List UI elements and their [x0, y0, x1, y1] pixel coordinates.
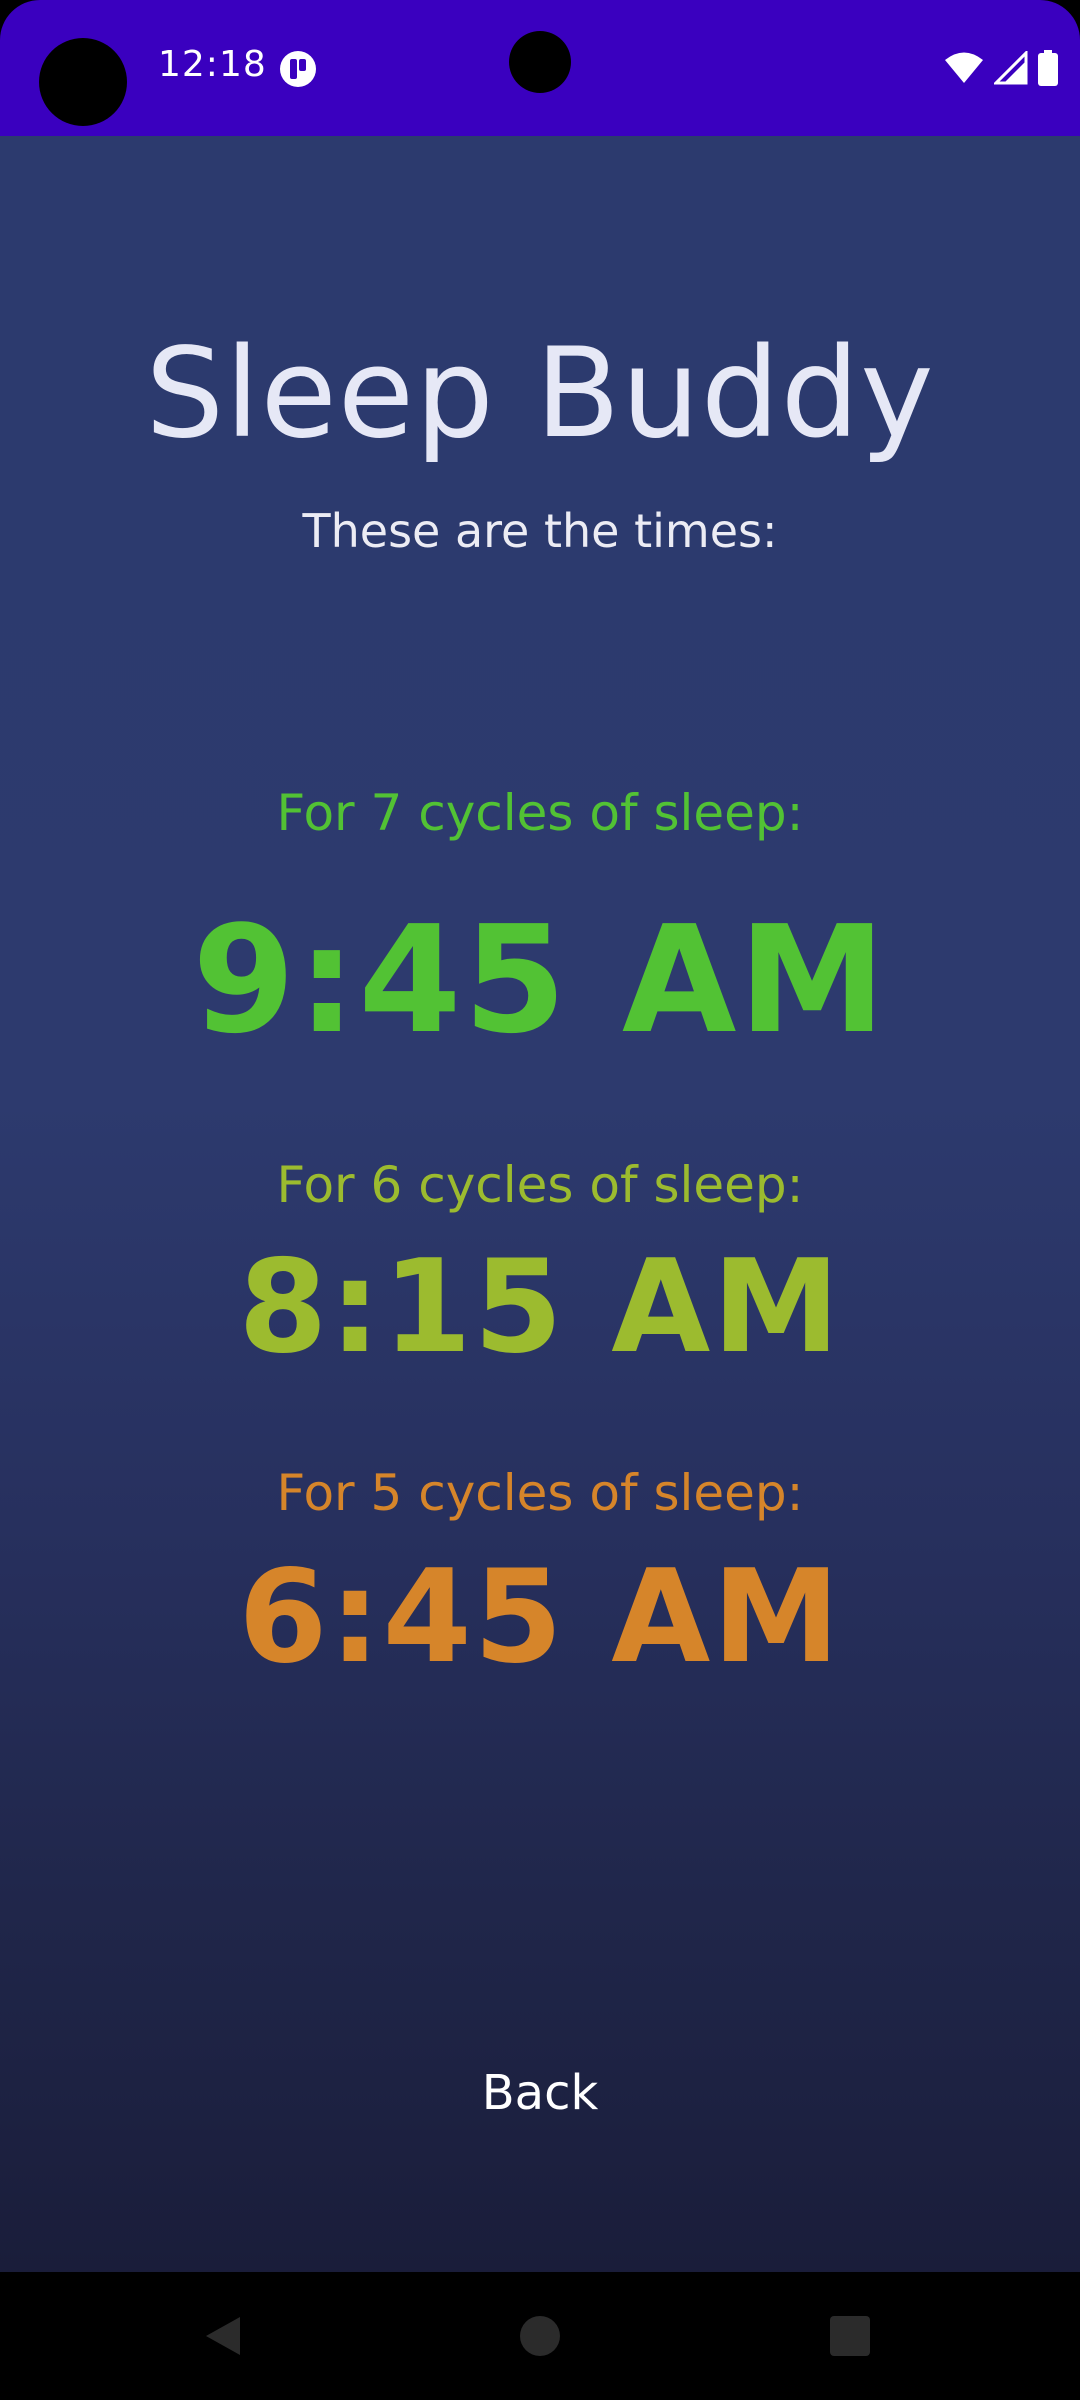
- app-content: Sleep Buddy These are the times: For 7 c…: [0, 136, 1080, 2272]
- cycle-7-label: For 7 cycles of sleep:: [276, 784, 804, 842]
- cycle-7-time: 9:45 AM: [192, 894, 888, 1066]
- app-notification-icon: [279, 50, 317, 88]
- camera-cutout: [39, 38, 127, 126]
- nav-recents-icon[interactable]: [830, 2316, 870, 2356]
- cellular-signal-icon: [992, 49, 1028, 89]
- status-time: 12:18: [158, 44, 267, 85]
- screen: 12:18 Sleep Buddy These are the times: F…: [0, 0, 1080, 2400]
- cycle-5-label: For 5 cycles of sleep:: [276, 1464, 804, 1522]
- nav-back-icon[interactable]: [200, 2313, 246, 2359]
- front-camera: [509, 31, 571, 93]
- nav-home-icon[interactable]: [520, 2316, 560, 2356]
- navigation-bar: [0, 2272, 1080, 2400]
- back-button[interactable]: Back: [390, 2042, 690, 2142]
- wifi-icon: [944, 51, 984, 89]
- cycle-5-time: 6:45 AM: [238, 1543, 842, 1692]
- cycle-6-time: 8:15 AM: [238, 1233, 842, 1382]
- status-bar: 12:18: [0, 0, 1080, 136]
- battery-icon: [1038, 50, 1058, 90]
- results-subtitle: These are the times:: [302, 504, 778, 558]
- status-icons: [944, 49, 1058, 90]
- cycle-6-label: For 6 cycles of sleep:: [276, 1156, 804, 1214]
- app-title: Sleep Buddy: [145, 322, 935, 466]
